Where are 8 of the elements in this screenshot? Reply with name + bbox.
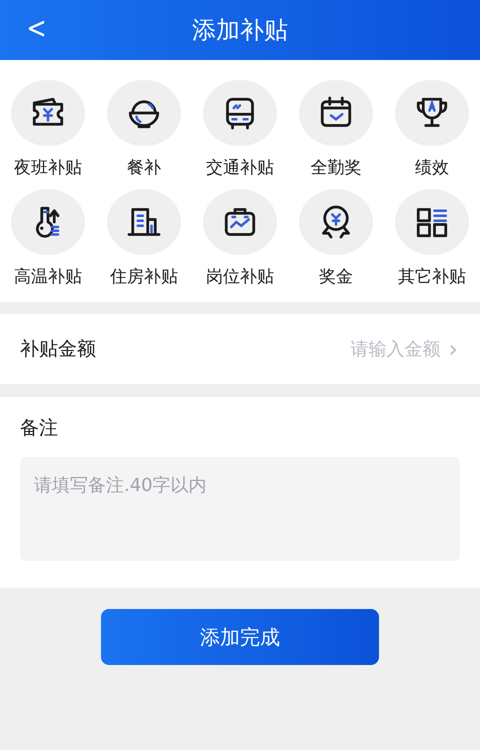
- page-title: 添加补贴: [192, 15, 288, 46]
- submit-button[interactable]: 添加完成: [101, 609, 379, 665]
- remark-textarea[interactable]: 请填写备注.40字以内: [20, 457, 460, 561]
- back-button[interactable]: <: [22, 10, 52, 48]
- chevron-icon: ›: [448, 335, 458, 363]
- field-label: 备注: [20, 416, 59, 441]
- amount-input[interactable]: 请输入金额: [308, 338, 442, 360]
- field-label: 补贴金额: [20, 337, 96, 362]
